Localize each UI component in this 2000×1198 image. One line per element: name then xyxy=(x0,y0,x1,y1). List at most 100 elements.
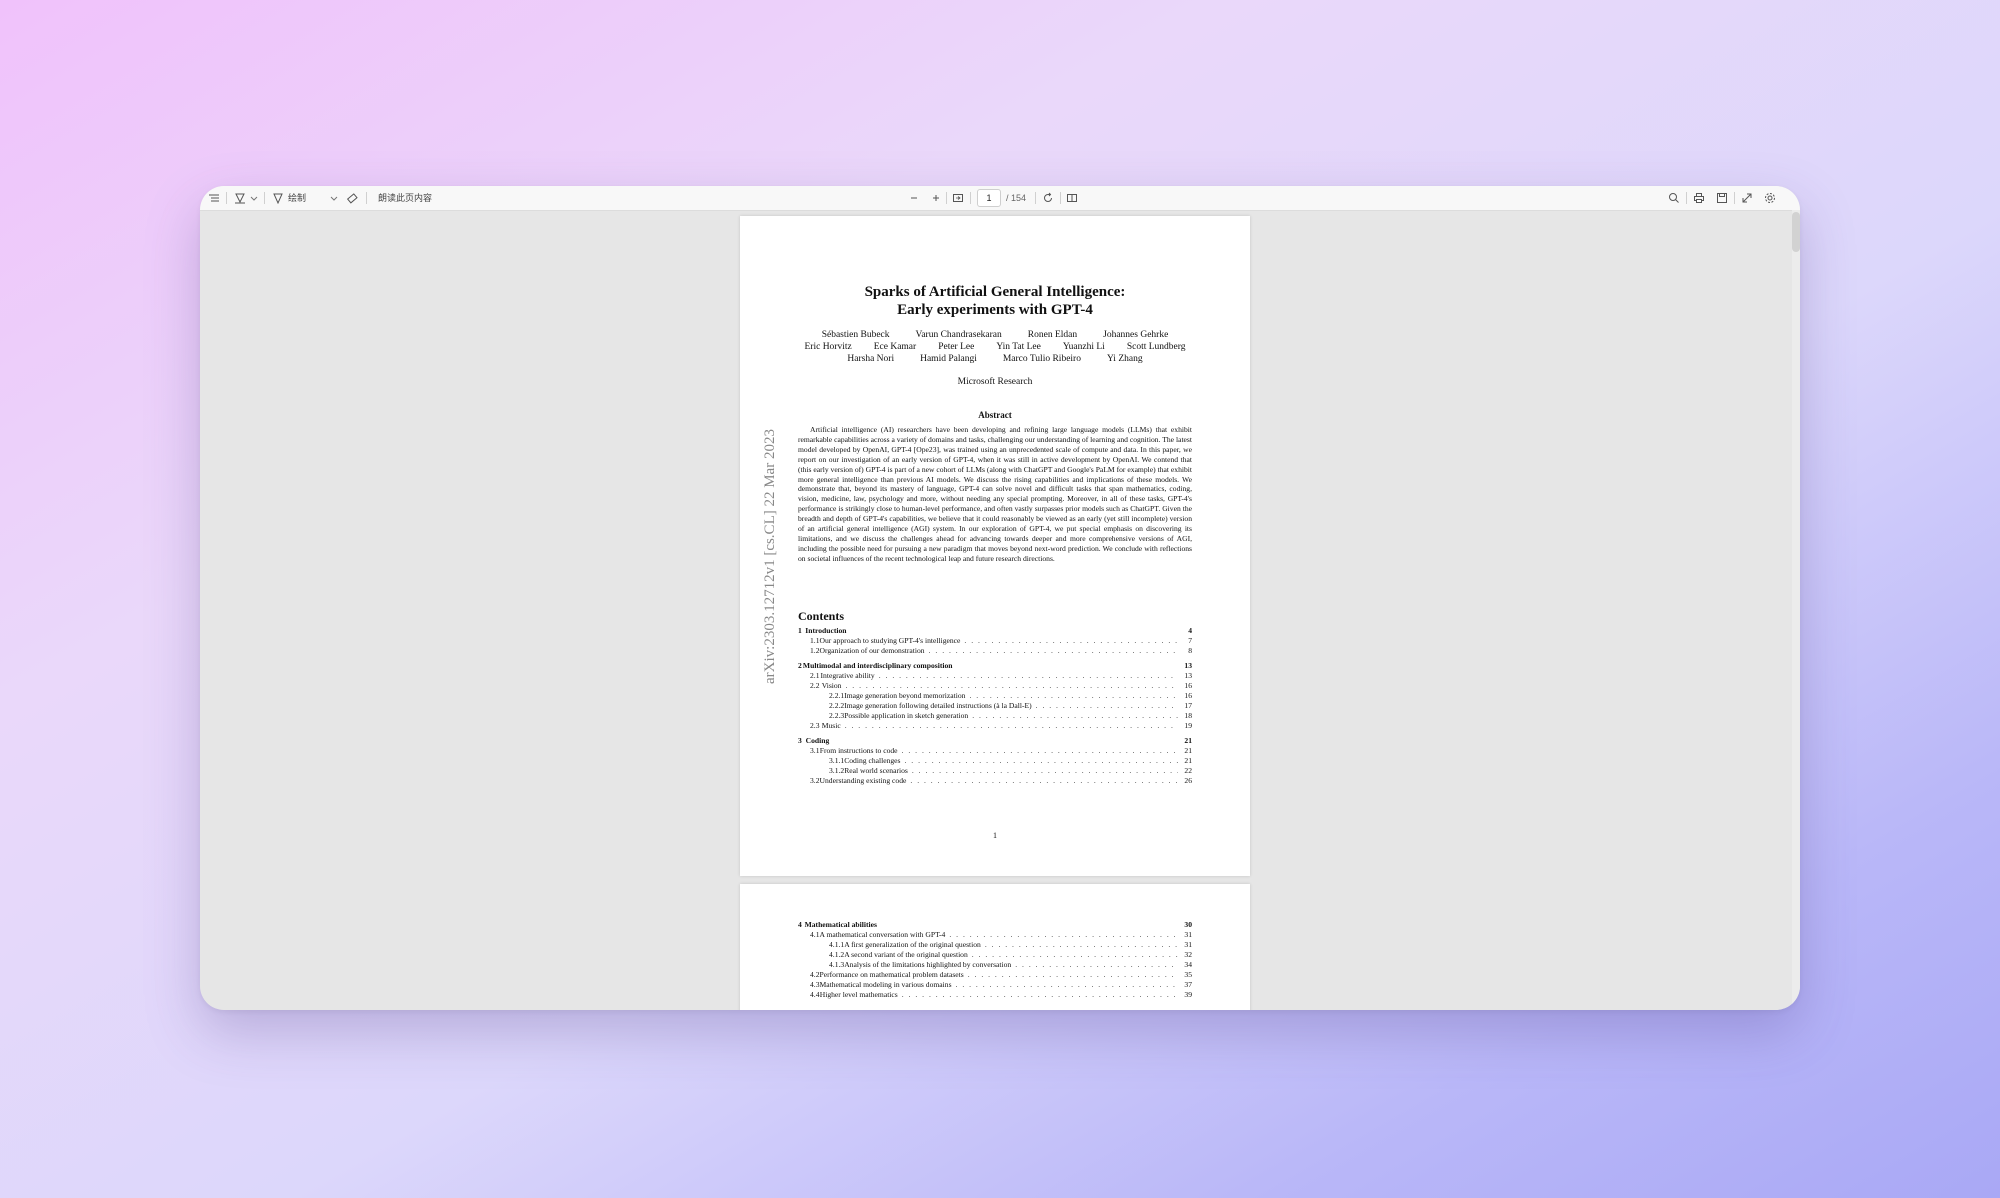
highlight-icon[interactable] xyxy=(234,190,246,206)
author: Ece Kamar xyxy=(873,342,917,352)
toc-entry[interactable]: 4.3 Mathematical modeling in various doma… xyxy=(798,980,1192,990)
chevron-down-icon[interactable] xyxy=(330,190,338,206)
toc-page: 39 xyxy=(1184,990,1192,999)
draw-button[interactable]: 绘制 xyxy=(272,190,306,206)
page-view-icon[interactable] xyxy=(1066,190,1078,206)
toc-leader-dots: . . . . . . . . . . . . . . . . . . . . … xyxy=(901,746,1178,755)
toolbar-divider xyxy=(946,192,947,204)
toc-number: 4 xyxy=(798,920,802,929)
toc-page: 22 xyxy=(1184,766,1192,775)
author: Sébastien Bubeck xyxy=(821,330,890,340)
toc-page: 31 xyxy=(1184,930,1192,939)
toc-entry[interactable]: 4.1.2 A second variant of the original qu… xyxy=(798,950,1192,960)
toolbar-divider xyxy=(970,192,971,204)
print-icon[interactable] xyxy=(1693,190,1705,206)
author: Eric Horvitz xyxy=(804,342,852,352)
toc-leader-dots: . . . . . . . . . . . . . . . . . . . . … xyxy=(1015,960,1178,969)
toc-entry[interactable]: 3Coding. . . . . . . . . . . . . . . . .… xyxy=(798,736,1192,746)
toc-entry[interactable]: 2.2.1 Image generation beyond memorizatio… xyxy=(798,691,1192,701)
toc-entry[interactable]: 4.1.3 Analysis of the limitations highlig… xyxy=(798,960,1192,970)
toc-page: 21 xyxy=(1184,736,1192,745)
vertical-scrollbar[interactable] xyxy=(1792,210,1800,1010)
toc-label: Image generation following detailed inst… xyxy=(844,701,1032,710)
read-aloud-button[interactable]: 朗读此页内容 xyxy=(378,190,432,206)
toc-entry[interactable]: 3.1 From instructions to code. . . . . . … xyxy=(798,746,1192,756)
toc-entry[interactable]: 2.1 Integrative ability. . . . . . . . . … xyxy=(798,671,1192,681)
toc-entry[interactable]: 3.1.1 Coding challenges. . . . . . . . . … xyxy=(798,756,1192,766)
toc-label: Vision xyxy=(821,681,842,690)
author: Yi Zhang xyxy=(1106,354,1143,364)
toc-entry[interactable]: 2.2 Vision. . . . . . . . . . . . . . . .… xyxy=(798,681,1192,691)
toc-entry[interactable]: 4.2 Performance on mathematical problem d… xyxy=(798,970,1192,980)
toc-label: A mathematical conversation with GPT-4 xyxy=(819,930,946,939)
abstract-text: Artificial intelligence (AI) researchers… xyxy=(798,425,1192,563)
zoom-in-button[interactable] xyxy=(931,190,941,206)
author: Marco Tulio Ribeiro xyxy=(1002,354,1081,364)
search-icon[interactable] xyxy=(1668,190,1680,206)
rotate-icon[interactable] xyxy=(1042,190,1054,206)
toc-page: 19 xyxy=(1184,721,1192,730)
toc-number: 4.1.1 xyxy=(829,940,845,949)
toc-label: Mathematical abilities xyxy=(804,920,877,929)
toc-entry[interactable]: 1.2 Organization of our demonstration. . … xyxy=(798,646,1192,656)
page-number-input[interactable]: 1 xyxy=(977,189,1001,207)
toc-leader-dots: . . . . . . . . . . . . . . . . . . . . … xyxy=(844,721,1178,730)
chevron-down-icon[interactable] xyxy=(250,190,258,206)
toc-number: 2.2.2 xyxy=(829,701,845,710)
toc-label: Possible application in sketch generatio… xyxy=(844,711,969,720)
author: Yuanzhi Li xyxy=(1062,342,1105,352)
toc-entry[interactable]: 3.1.2 Real world scenarios. . . . . . . .… xyxy=(798,766,1192,776)
toc-page: 21 xyxy=(1184,746,1192,755)
scrollbar-thumb[interactable] xyxy=(1792,212,1800,252)
fit-page-icon[interactable] xyxy=(952,190,964,206)
toc-entry[interactable]: 4.1.1 A first generalization of the origi… xyxy=(798,940,1192,950)
toc-leader-dots: . . . . . . . . . . . . . . . . . . . . … xyxy=(845,681,1178,690)
toc-entry[interactable]: 4.4 Higher level mathematics. . . . . . .… xyxy=(798,990,1192,1000)
toc-leader-dots: . . . . . . . . . . . . . . . . . . . . … xyxy=(955,980,1178,989)
settings-gear-icon[interactable] xyxy=(1764,190,1776,206)
toolbar-divider xyxy=(226,192,227,204)
toc-entry[interactable]: 4.1 A mathematical conversation with GPT-… xyxy=(798,930,1192,940)
author: Varun Chandrasekaran xyxy=(915,330,1002,340)
toc-label: Our approach to studying GPT-4's intelli… xyxy=(819,636,961,645)
toc-entry[interactable]: 4Mathematical abilities. . . . . . . . .… xyxy=(798,920,1192,930)
toc-number: 4.2 xyxy=(810,970,820,979)
toc-leader-dots: . . . . . . . . . . . . . . . . . . . . … xyxy=(984,940,1178,949)
toc-page: 30 xyxy=(1184,920,1192,929)
zoom-out-button[interactable] xyxy=(909,190,919,206)
author: Ronen Eldan xyxy=(1027,330,1078,340)
contents-list-icon[interactable] xyxy=(208,190,220,206)
toc-entry[interactable]: 3.2 Understanding existing code. . . . . … xyxy=(798,776,1192,786)
toc-page: 8 xyxy=(1188,646,1192,655)
toc-number: 3.2 xyxy=(810,776,820,785)
affiliation: Microsoft Research xyxy=(957,377,1033,387)
arxiv-stamp: arXiv:2303.12712v1 [cs.CL] 22 Mar 2023 xyxy=(762,429,778,684)
toc-label: Higher level mathematics xyxy=(819,990,898,999)
toc-entry[interactable]: 1Introduction. . . . . . . . . . . . . .… xyxy=(798,626,1192,636)
eraser-icon[interactable] xyxy=(346,190,358,206)
toc-leader-dots: . . . . . . . . . . . . . . . . . . . . … xyxy=(949,930,1178,939)
author-line: Harsha Nori Hamid Palangi Marco Tulio Ri… xyxy=(740,354,1250,364)
toc-entry[interactable]: 2.3 Music. . . . . . . . . . . . . . . . … xyxy=(798,721,1192,731)
toc-leader-dots: . . . . . . . . . . . . . . . . . . . . … xyxy=(911,766,1178,775)
toc-entry[interactable]: 2.2.2 Image generation following detailed… xyxy=(798,701,1192,711)
author: Harsha Nori xyxy=(847,354,895,364)
toc-leader-dots: . . . . . . . . . . . . . . . . . . . . … xyxy=(901,990,1178,999)
toc-page: 17 xyxy=(1184,701,1192,710)
toc-label: Coding xyxy=(805,736,830,745)
toc-leader-dots: . . . . . . . . . . . . . . . . . . . . … xyxy=(972,711,1178,720)
toc-leader-dots: . . . . . . . . . . . . . . . . . . . . … xyxy=(910,776,1178,785)
toc-label: A second variant of the original questio… xyxy=(844,950,968,959)
paper-title: Sparks of Artificial General Intelligenc… xyxy=(864,284,1126,300)
toc-page: 18 xyxy=(1184,711,1192,720)
toc-entry[interactable]: 1.1 Our approach to studying GPT-4's inte… xyxy=(798,636,1192,646)
toc-page: 21 xyxy=(1184,756,1192,765)
save-icon[interactable] xyxy=(1716,190,1728,206)
toc-number: 3 xyxy=(798,736,802,745)
toolbar: 绘制 朗读此页内容 1 / 154 xyxy=(200,186,1800,211)
toc-leader-dots: . . . . . . . . . . . . . . . . . . . . … xyxy=(967,970,1178,979)
toc-number: 3.1.2 xyxy=(829,766,845,775)
toc-entry[interactable]: 2 Multimodal and interdisciplinary compos… xyxy=(798,661,1192,671)
toc-entry[interactable]: 2.2.3 Possible application in sketch gene… xyxy=(798,711,1192,721)
fullscreen-icon[interactable] xyxy=(1741,190,1753,206)
